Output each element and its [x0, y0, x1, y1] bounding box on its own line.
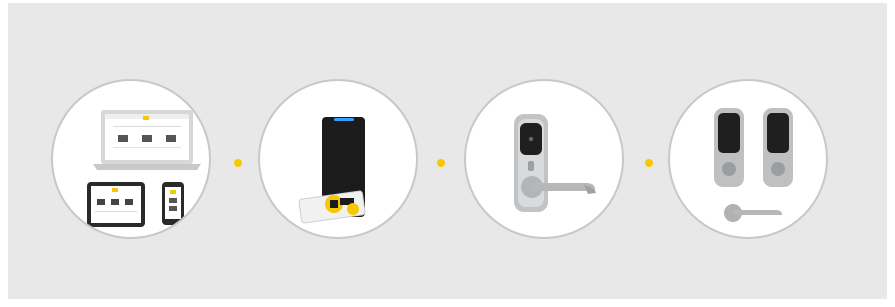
separator-dot — [234, 159, 242, 167]
deadbolt-circle — [668, 79, 828, 239]
devices-circle — [51, 79, 211, 239]
lever-lock-circle — [464, 79, 624, 239]
deadbolt-icon — [714, 108, 793, 222]
card-reader-icon — [298, 117, 366, 224]
separator-dot — [645, 159, 653, 167]
lever-lock-icon — [514, 114, 596, 212]
separator-dot — [437, 159, 445, 167]
devices-icon — [87, 110, 201, 227]
card-reader-circle — [258, 79, 418, 239]
